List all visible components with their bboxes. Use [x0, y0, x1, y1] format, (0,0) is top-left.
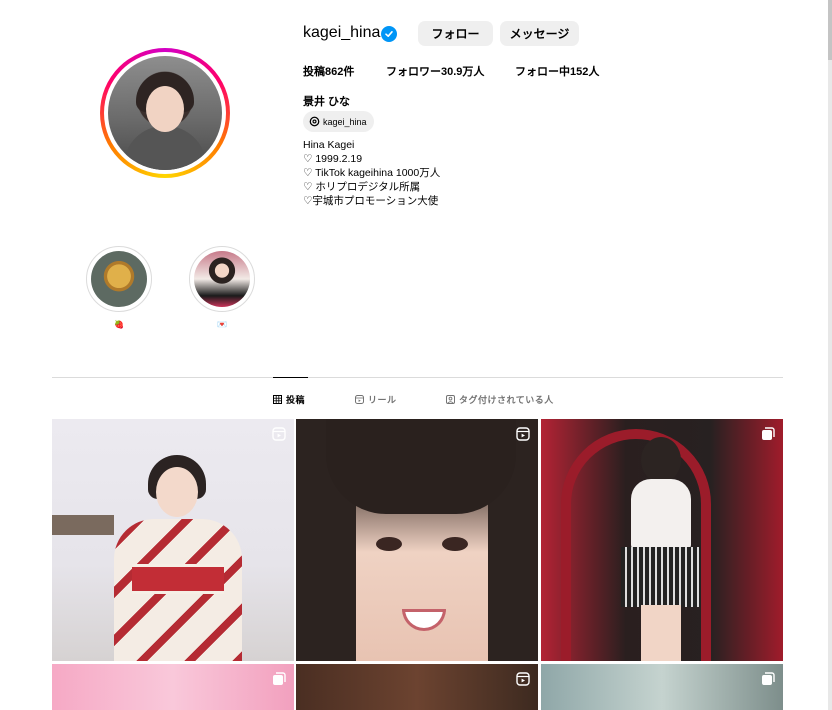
bio-line: ♡ ホリプロデジタル所属 [303, 181, 421, 193]
post-thumbnail[interactable] [52, 664, 294, 710]
reel-icon [516, 427, 530, 441]
highlight-label: 💌 [217, 320, 227, 329]
profile-bio: Hina Kagei ♡ 1999.2.19 ♡ TikTok kageihin… [303, 138, 440, 208]
post-thumbnail[interactable] [296, 419, 538, 661]
message-button[interactable]: メッセージ [500, 21, 579, 46]
avatar[interactable] [108, 56, 222, 170]
post-thumbnail[interactable] [541, 664, 783, 710]
threads-handle: kagei_hina [323, 116, 367, 127]
profile-username: kagei_hina [303, 24, 381, 41]
scrollbar-track[interactable] [828, 0, 832, 710]
threads-icon [309, 116, 320, 127]
story-highlight[interactable]: 🍓 [86, 246, 152, 329]
verified-badge-icon [381, 26, 397, 42]
reels-icon [355, 395, 364, 404]
reel-icon [516, 672, 530, 686]
following-link[interactable]: フォロー中152人 [515, 63, 599, 79]
tagged-icon [446, 395, 455, 404]
carousel-icon [762, 672, 775, 685]
bio-line: ♡ TikTok kageihina 1000万人 [303, 167, 441, 179]
tab-posts-label: 投稿 [286, 395, 306, 405]
tab-tagged-label: タグ付けされている人 [459, 395, 554, 405]
highlight-ring [86, 246, 152, 312]
tab-reels[interactable]: リール [355, 393, 397, 406]
carousel-icon [762, 427, 775, 440]
bio-line: ♡宇城市プロモーション大使 [303, 195, 439, 207]
threads-link[interactable]: kagei_hina [303, 111, 374, 132]
highlight-cover [194, 251, 250, 307]
tab-reels-label: リール [368, 395, 397, 405]
profile-full-name: 景井 ひな [303, 96, 351, 108]
tabs-divider [52, 377, 783, 378]
profile-avatar-story-ring[interactable] [100, 48, 230, 178]
avatar-border [104, 52, 226, 174]
followers-link[interactable]: フォロワー30.9万人 [386, 63, 484, 79]
bio-line: Hina Kagei [303, 139, 355, 151]
post-thumbnail[interactable] [296, 664, 538, 710]
posts-count: 投稿862件 [303, 66, 355, 78]
highlight-cover [91, 251, 147, 307]
active-tab-indicator [273, 377, 308, 378]
highlight-label: 🍓 [114, 320, 124, 329]
follow-button[interactable]: フォロー [418, 21, 493, 46]
post-thumbnail[interactable] [52, 419, 294, 661]
grid-icon [273, 395, 282, 404]
tab-posts[interactable]: 投稿 [273, 393, 305, 406]
post-thumbnail[interactable] [541, 419, 783, 661]
story-highlight[interactable]: 💌 [189, 246, 255, 329]
reel-icon [272, 427, 286, 441]
scrollbar-thumb[interactable] [828, 0, 832, 60]
highlight-ring [189, 246, 255, 312]
carousel-icon [273, 672, 286, 685]
bio-line: ♡ 1999.2.19 [303, 153, 363, 165]
tab-tagged[interactable]: タグ付けされている人 [446, 393, 554, 406]
